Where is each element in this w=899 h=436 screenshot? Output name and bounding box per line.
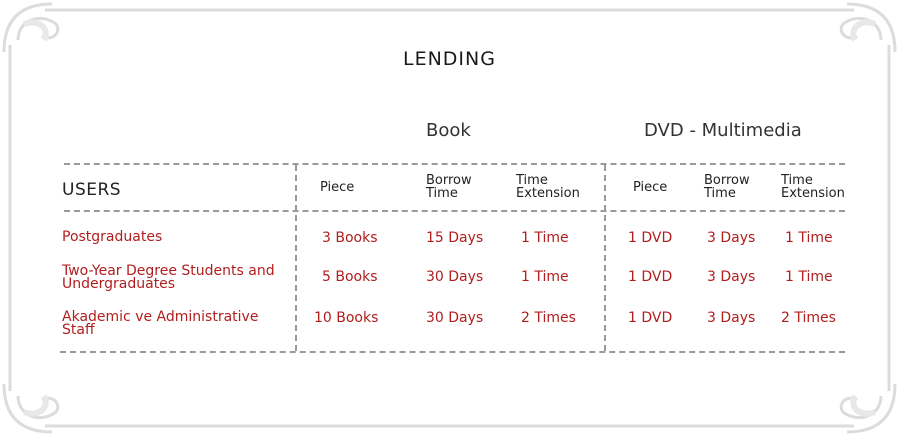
column-divider: [604, 165, 606, 351]
dvd-extension-cell: 2 Times: [781, 310, 836, 326]
book-extension-cell: 1 Time: [521, 269, 569, 285]
dvd-piece-cell: 1 DVD: [628, 310, 673, 326]
dvd-extension-cell: 1 Time: [785, 230, 833, 246]
dvd-borrow-cell: 3 Days: [707, 230, 756, 246]
dvd-extension-cell: 1 Time: [785, 269, 833, 285]
table-top-rule: [64, 163, 845, 165]
user-type-line: Staff: [62, 322, 95, 338]
users-column-header: USERS: [62, 180, 122, 200]
header-line: Time: [704, 186, 736, 201]
dvd-piece-cell: 1 DVD: [628, 230, 673, 246]
book-piece-header: Piece: [320, 180, 355, 195]
dvd-piece-header: Piece: [633, 180, 668, 195]
book-extension-cell: 2 Times: [521, 310, 576, 326]
book-borrow-cell: 15 Days: [426, 230, 484, 246]
book-extension-header: Time Extension: [516, 174, 580, 200]
book-piece-cell: 10 Books: [314, 310, 379, 326]
book-piece-cell: 3 Books: [322, 230, 378, 246]
user-type-line: Akademic ve Administrative: [62, 309, 259, 325]
user-type-cell: Postgraduates: [62, 229, 297, 245]
dvd-extension-header: Time Extension: [781, 174, 845, 200]
user-type-line: Undergraduates: [62, 276, 176, 292]
user-type-line: Postgraduates: [62, 229, 163, 245]
header-bottom-rule: [64, 210, 845, 212]
header-line: Time: [426, 186, 458, 201]
page-title: LENDING: [403, 48, 496, 70]
user-type-cell: Two-Year Degree Students and Undergradua…: [62, 264, 297, 292]
dvd-piece-cell: 1 DVD: [628, 269, 673, 285]
header-line: Extension: [781, 186, 845, 201]
header-line: Extension: [516, 186, 580, 201]
book-borrow-cell: 30 Days: [426, 310, 484, 326]
dvd-borrow-cell: 3 Days: [707, 310, 756, 326]
dvd-borrow-cell: 3 Days: [707, 269, 756, 285]
book-extension-cell: 1 Time: [521, 230, 569, 246]
book-borrow-cell: 30 Days: [426, 269, 484, 285]
table-bottom-rule: [60, 351, 845, 353]
book-group-heading: Book: [426, 120, 471, 141]
book-piece-cell: 5 Books: [322, 269, 378, 285]
user-type-cell: Akademic ve Administrative Staff: [62, 309, 297, 338]
dvd-borrow-header: Borrow Time: [704, 174, 750, 200]
book-borrow-header: Borrow Time: [426, 174, 472, 200]
dvd-group-heading: DVD - Multimedia: [644, 120, 802, 141]
